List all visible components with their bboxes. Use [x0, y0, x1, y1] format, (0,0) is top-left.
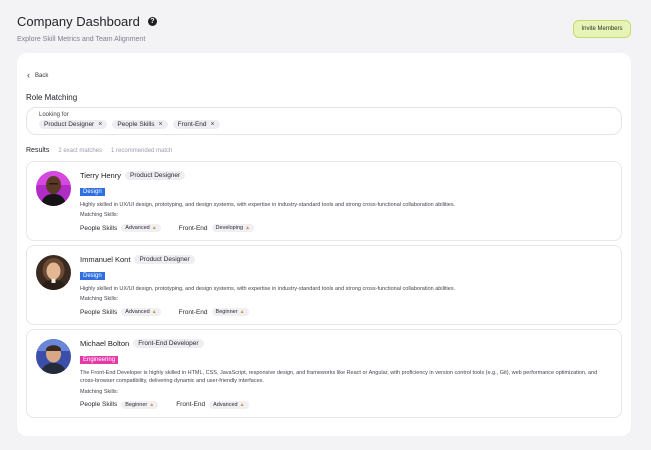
- candidate-bio: Highly skilled in UX/UI design, prototyp…: [80, 286, 456, 292]
- skill-level-pill: Advanced ▲: [121, 308, 161, 317]
- skill-name: People Skills: [80, 224, 118, 232]
- candidate-info: Immanuel Kont Product Designer Design Hi…: [80, 255, 611, 317]
- skill-name: People Skills: [80, 401, 118, 408]
- filter-chip: People Skills ×: [112, 120, 168, 129]
- page-title: Company Dashboard: [17, 14, 140, 29]
- candidate-card[interactable]: Michael Bolton Front-End Developer Engin…: [26, 329, 622, 418]
- matching-skills-label: Matching Skills:: [80, 296, 119, 303]
- candidate-info: Michael Bolton Front-End Developer Engin…: [80, 339, 611, 409]
- back-link[interactable]: ‹ Back: [27, 71, 48, 80]
- recommended-matches-count: 1 recommended match: [111, 148, 173, 154]
- close-icon[interactable]: ×: [211, 121, 215, 128]
- candidate-info: Tierry Henry Product Designer Design Hig…: [80, 171, 611, 233]
- skills-row: People Skills Advanced ▲ Front-End Begin…: [80, 308, 611, 317]
- skill-level-pill: Developing ▲: [211, 224, 255, 233]
- level-icon: ▲: [239, 401, 245, 408]
- skill-name: Front-End: [176, 401, 206, 408]
- skill-name: Front-End: [178, 224, 208, 232]
- skill-name: Front-End: [178, 308, 208, 316]
- candidate-name[interactable]: Immanuel Kont: [80, 255, 130, 264]
- results-summary: Results 2 exact matches 1 recommended ma…: [26, 147, 172, 154]
- filter-chip-label: People Skills: [117, 121, 155, 128]
- skills-row: People Skills Advanced ▲ Front-End Devel…: [80, 224, 611, 233]
- filter-chip-label: Product Designer: [44, 121, 95, 128]
- filter-chip: Front-End ×: [172, 120, 220, 129]
- skill-level-pill: Advanced ▲: [121, 224, 161, 233]
- name-row: Michael Bolton Front-End Developer: [80, 339, 611, 348]
- candidate-name[interactable]: Michael Bolton: [80, 339, 129, 348]
- back-label: Back: [35, 72, 49, 79]
- skill-level-pill: Beginner ▲: [121, 400, 159, 409]
- page-header: Company Dashboard ? Explore Skill Metric…: [17, 14, 157, 43]
- avatar: [36, 171, 71, 206]
- invite-members-button[interactable]: Invite Members: [573, 20, 631, 38]
- avatar: [36, 255, 71, 290]
- matching-skills-label: Matching Skills:: [80, 212, 119, 219]
- department-badge: Design: [80, 188, 105, 196]
- avatar: [36, 339, 71, 374]
- role-matching-title: Role Matching: [26, 93, 78, 102]
- role-pill: Front-End Developer: [133, 339, 204, 348]
- filter-chip-label: Front-End: [177, 121, 207, 128]
- level-icon: ▲: [149, 401, 155, 408]
- level-icon: ▲: [151, 225, 157, 232]
- candidate-name[interactable]: Tierry Henry: [80, 171, 121, 180]
- title-row: Company Dashboard ?: [17, 14, 157, 29]
- skill-level: Beginner: [215, 309, 238, 316]
- skill-level: Beginner: [125, 401, 148, 408]
- chevron-left-icon: ‹: [27, 70, 30, 80]
- name-row: Immanuel Kont Product Designer: [80, 255, 611, 264]
- skill-level: Advanced: [125, 309, 150, 316]
- skill-level: Advanced: [125, 225, 150, 232]
- close-icon[interactable]: ×: [159, 121, 163, 128]
- skills-row: People Skills Beginner ▲ Front-End Advan…: [80, 400, 611, 409]
- skill-name: People Skills: [80, 308, 118, 316]
- exact-matches-count: 2 exact matches: [58, 148, 103, 154]
- candidate-bio: Highly skilled in UX/UI design, prototyp…: [80, 202, 456, 208]
- level-icon: ▲: [245, 225, 251, 232]
- close-icon[interactable]: ×: [98, 121, 102, 128]
- results-label: Results: [26, 147, 50, 154]
- looking-for-label: Looking for: [39, 112, 69, 118]
- skill-level: Developing: [215, 225, 244, 232]
- level-icon: ▲: [151, 309, 157, 316]
- skill-level-pill: Beginner ▲: [211, 308, 249, 317]
- candidate-card[interactable]: Tierry Henry Product Designer Design Hig…: [26, 161, 622, 241]
- name-row: Tierry Henry Product Designer: [80, 171, 611, 180]
- candidate-bio: The Front-End Developer is highly skille…: [80, 370, 598, 385]
- help-icon[interactable]: ?: [147, 17, 157, 26]
- role-pill: Product Designer: [134, 255, 195, 264]
- filter-chips: Product Designer × People Skills × Front…: [39, 120, 621, 129]
- skill-level: Advanced: [213, 401, 238, 408]
- role-search-field[interactable]: Looking for Product Designer × People Sk…: [26, 107, 622, 135]
- candidate-card[interactable]: Immanuel Kont Product Designer Design Hi…: [26, 245, 622, 325]
- main-panel: ‹ Back Role Matching Looking for Product…: [17, 53, 631, 436]
- matching-skills-label: Matching Skills:: [80, 388, 119, 395]
- role-pill: Product Designer: [124, 171, 186, 180]
- level-icon: ▲: [239, 309, 245, 316]
- department-badge: Design: [80, 272, 105, 280]
- filter-chip: Product Designer ×: [39, 120, 108, 129]
- page-subtitle: Explore Skill Metrics and Team Alignment: [17, 36, 146, 43]
- department-badge: Engineering: [80, 356, 119, 364]
- skill-level-pill: Advanced ▲: [209, 400, 249, 409]
